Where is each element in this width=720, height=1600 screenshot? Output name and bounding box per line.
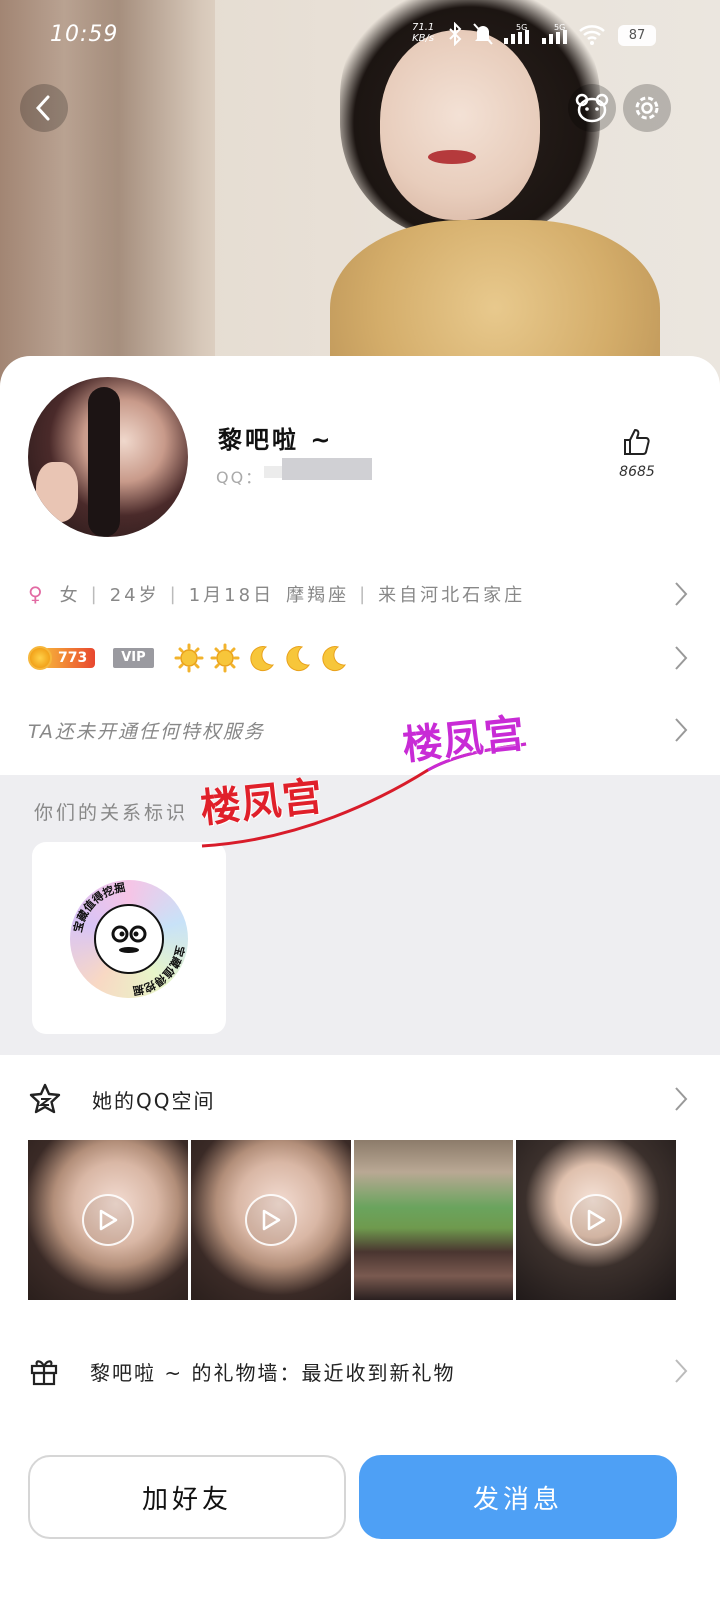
signal-5g-icon: 5G (504, 23, 529, 44)
qq-number-mask-edge (264, 466, 282, 478)
relationship-title: 你们的关系标识 (34, 802, 189, 824)
badge-face (94, 904, 164, 974)
play-icon (81, 1194, 134, 1246)
qzone-thumbnail[interactable] (190, 1140, 351, 1300)
chevron-right-icon (675, 1087, 688, 1111)
net-speed-value: 71.1 (412, 22, 435, 33)
status-icons: 5G 5G (446, 22, 606, 46)
moon-icon (250, 646, 274, 672)
hometown-text: 来自河北石家庄 (378, 585, 526, 606)
coin-badge: 773 (28, 646, 96, 670)
battery-indicator: 87 (618, 25, 656, 46)
relationship-badge[interactable]: 宝藏值得挖掘 宝藏值得挖掘 (70, 880, 188, 998)
gift-wall-row[interactable]: 黎吧啦 ~ 的礼物墙：最近收到新礼物 (28, 1350, 688, 1392)
bear-face-icon (575, 93, 609, 123)
status-time: 10:59 (50, 22, 119, 47)
age-text: 24岁 (109, 585, 160, 606)
level-row[interactable]: 773 VIP (28, 638, 688, 678)
bluetooth-icon (449, 22, 462, 46)
qzone-thumbnail[interactable] (353, 1140, 514, 1300)
moon-icon (322, 646, 346, 672)
gift-icon (30, 1360, 58, 1386)
send-message-button[interactable]: 发消息 (359, 1455, 677, 1539)
play-icon (570, 1194, 623, 1246)
chevron-left-icon (35, 95, 50, 121)
like-button[interactable]: 8685 (612, 426, 662, 480)
cover-lips (428, 150, 476, 164)
birthday-text: 1月18日 (188, 585, 275, 606)
qq-label: QQ： (216, 468, 264, 487)
chevron-right-icon (675, 1359, 688, 1383)
status-bar: 10:59 71.1 KB/s 5G 5G 87 (0, 0, 720, 70)
avatar-hair (88, 387, 120, 537)
qzone-label: 她的QQ空间 (92, 1088, 216, 1113)
sun-icon (174, 643, 204, 673)
separator: | (90, 583, 100, 605)
avatar-hand (36, 462, 78, 522)
level-icons (174, 643, 348, 673)
basic-info-row[interactable]: ♀ 女 | 24岁 | 1月18日 摩羯座 | 来自河北石家庄 (28, 574, 688, 614)
settings-button[interactable] (623, 84, 671, 132)
chevron-right-icon (675, 646, 688, 670)
like-count: 8685 (619, 464, 655, 480)
back-button[interactable] (20, 84, 68, 132)
avatar[interactable] (28, 377, 188, 537)
qzone-thumbnails (28, 1140, 676, 1300)
moon-icon (286, 646, 310, 672)
gift-wall-label: 黎吧啦 ~ 的礼物墙：最近收到新礼物 (90, 1360, 456, 1385)
chevron-right-icon (675, 582, 688, 606)
female-icon: ♀ (28, 582, 46, 606)
chevron-right-icon (675, 718, 688, 742)
mute-bell-icon (473, 23, 493, 45)
coin-icon (28, 646, 52, 670)
qzone-thumbnail[interactable] (516, 1140, 676, 1300)
nickname: 黎吧啦 ~ (218, 426, 334, 454)
signal-5g-icon-2: 5G (542, 23, 567, 44)
play-icon (244, 1194, 297, 1246)
zodiac-text: 摩羯座 (286, 585, 350, 606)
smiley-face-icon (111, 925, 147, 953)
sun-icon (210, 643, 240, 673)
wifi-icon (579, 25, 605, 45)
vip-badge: VIP (113, 648, 154, 668)
separator: | (169, 583, 179, 605)
qzone-thumbnail[interactable] (28, 1140, 188, 1300)
star-icon (29, 1083, 61, 1114)
gear-icon (635, 96, 659, 120)
pet-button[interactable] (568, 84, 616, 132)
qzone-row[interactable]: 她的QQ空间 (28, 1078, 688, 1120)
qq-number-mask (282, 458, 372, 480)
net-speed-unit: KB/s (412, 33, 435, 44)
separator: | (359, 583, 369, 605)
gender-text: 女 (59, 585, 81, 606)
add-friend-button[interactable]: 加好友 (28, 1455, 346, 1539)
thumbs-up-icon (624, 429, 650, 455)
net-speed: 71.1 KB/s (412, 22, 434, 44)
